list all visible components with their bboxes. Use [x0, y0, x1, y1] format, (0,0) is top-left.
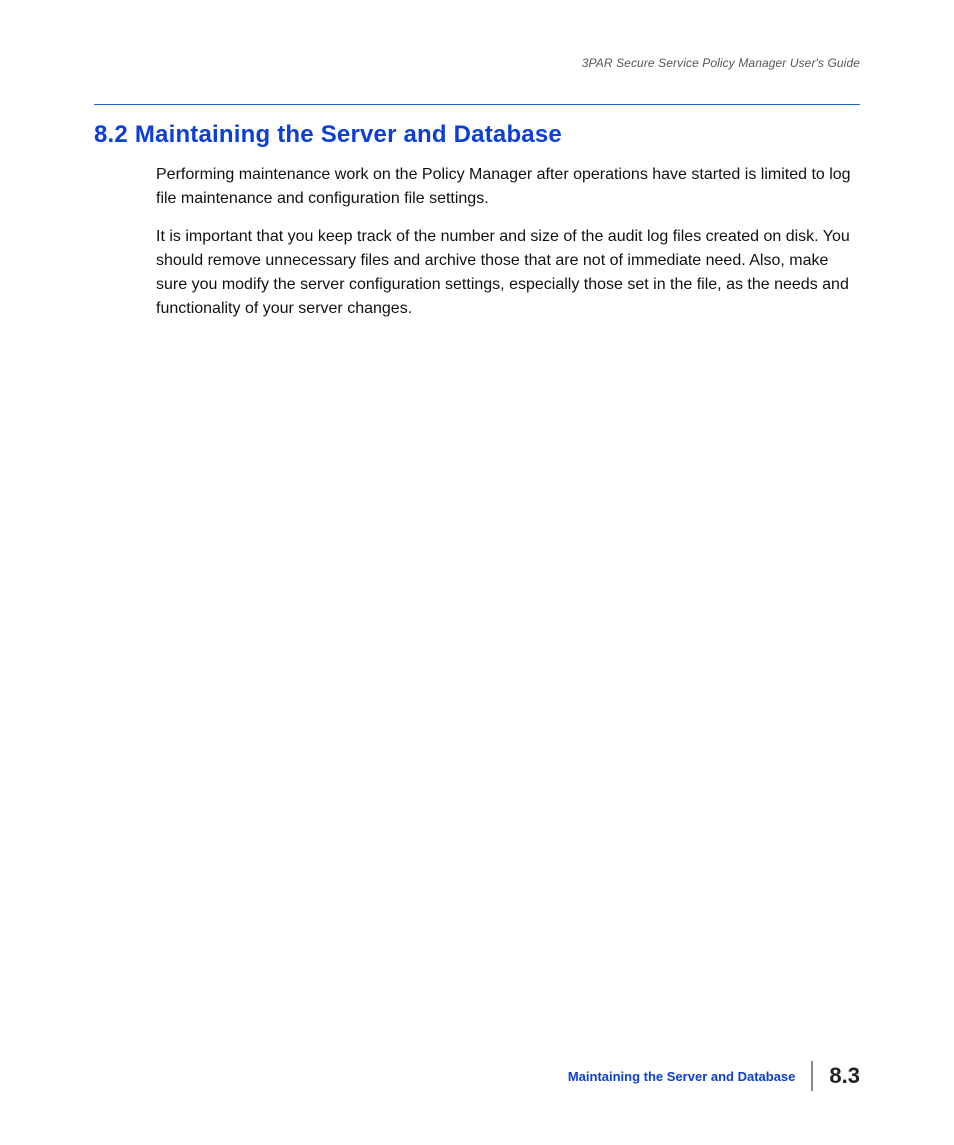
page-footer: Maintaining the Server and Database 8.3: [94, 1061, 860, 1091]
footer-divider: [811, 1061, 813, 1091]
body-paragraph: Performing maintenance work on the Polic…: [156, 163, 860, 211]
document-page: 3PAR Secure Service Policy Manager User'…: [0, 0, 954, 1145]
running-header: 3PAR Secure Service Policy Manager User'…: [94, 56, 860, 70]
footer-page-number: 8.3: [829, 1063, 860, 1089]
horizontal-rule: [94, 104, 860, 105]
body-paragraph: It is important that you keep track of t…: [156, 225, 860, 321]
footer-section-title: Maintaining the Server and Database: [568, 1069, 812, 1084]
section-heading: 8.2 Maintaining the Server and Database: [94, 121, 860, 149]
